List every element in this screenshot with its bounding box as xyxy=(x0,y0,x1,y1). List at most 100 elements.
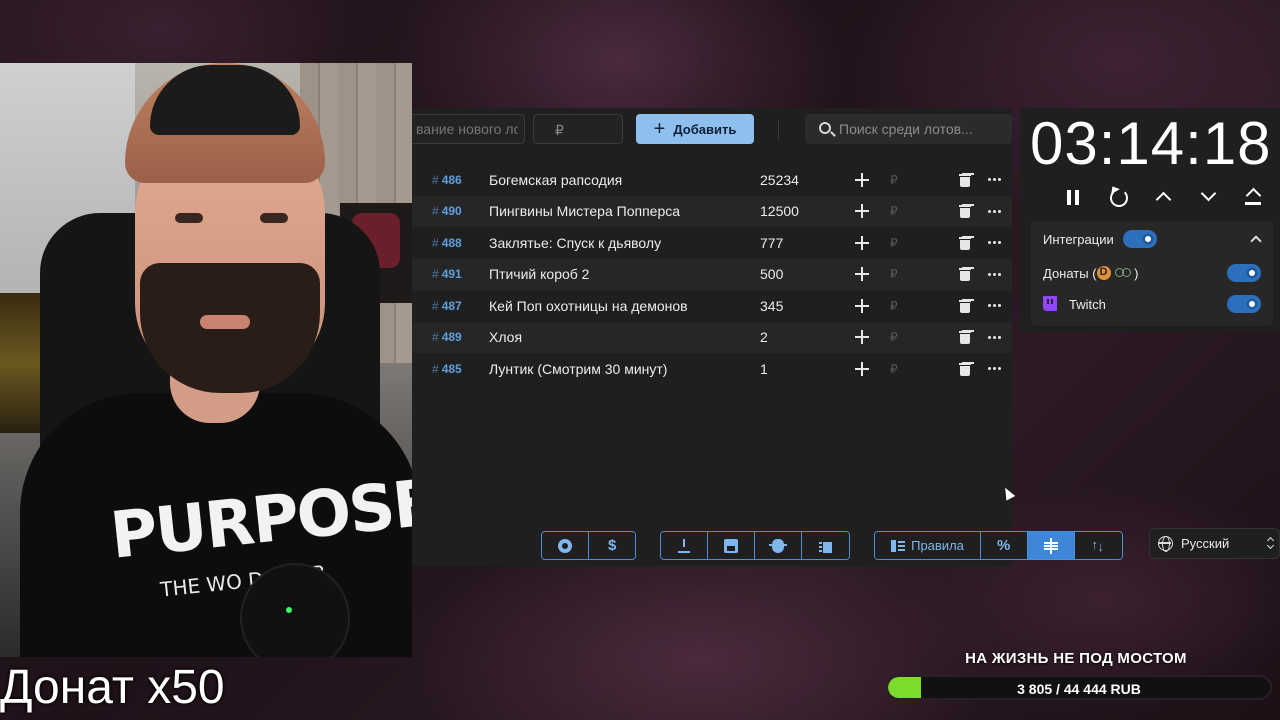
lot-amount[interactable]: 25234 xyxy=(760,172,799,188)
lot-currency: ₽ xyxy=(890,267,898,282)
lot-id: #488 xyxy=(432,236,462,250)
more-options-icon[interactable] xyxy=(988,304,1002,308)
lot-name[interactable]: Хлоя xyxy=(489,329,522,345)
lot-name-input[interactable] xyxy=(412,114,525,144)
trash-icon[interactable] xyxy=(959,236,971,250)
lot-id-number: 489 xyxy=(441,330,462,345)
add-amount-icon[interactable] xyxy=(854,329,870,345)
language-select[interactable]: Русский xyxy=(1149,528,1280,559)
clear-list-icon xyxy=(818,539,833,553)
lot-name[interactable]: Птичий короб 2 xyxy=(489,266,589,282)
webcam-person-mouth xyxy=(200,315,250,329)
lot-row: #485 Лунтик (Смотрим 30 минут) 1 ₽ xyxy=(412,353,1012,385)
download-button[interactable] xyxy=(661,532,708,559)
lot-amount[interactable]: 2 xyxy=(760,329,768,345)
compress-icon xyxy=(1044,537,1058,554)
percent-button[interactable] xyxy=(981,532,1028,559)
lot-amount[interactable]: 777 xyxy=(760,235,783,251)
lot-amount[interactable]: 500 xyxy=(760,266,783,282)
lot-row: #490 Пингвины Мистера Попперса 12500 ₽ xyxy=(412,195,1012,227)
add-amount-icon[interactable] xyxy=(854,298,870,314)
lot-id: #490 xyxy=(432,204,462,218)
timer-display: 03:14:18 xyxy=(1030,110,1272,177)
goal-progress-text: 3 805 / 44 444 RUB xyxy=(1017,681,1141,697)
lot-amount[interactable]: 12500 xyxy=(760,203,799,219)
lot-currency: ₽ xyxy=(890,204,898,219)
chevron-down-icon[interactable] xyxy=(1195,184,1221,210)
sort-button[interactable] xyxy=(1075,532,1122,559)
more-options-icon[interactable] xyxy=(988,272,1002,277)
lot-row: #486 Богемская рапсодия 25234 ₽ xyxy=(412,164,1012,196)
lot-name[interactable]: Пингвины Мистера Попперса xyxy=(489,203,680,219)
hash-icon: # xyxy=(432,330,439,345)
links-group xyxy=(541,531,636,560)
percent-icon xyxy=(997,537,1011,554)
pause-icon[interactable] xyxy=(1060,184,1086,210)
trash-icon[interactable] xyxy=(959,173,971,187)
lot-id-number: 485 xyxy=(441,361,462,376)
trash-icon[interactable] xyxy=(959,362,971,376)
more-options-icon[interactable] xyxy=(988,367,1002,371)
more-options-icon[interactable] xyxy=(988,178,1002,182)
webcam-eye-left xyxy=(175,213,203,223)
goal-progress-bar: 3 805 / 44 444 RUB xyxy=(886,675,1272,700)
hash-icon: # xyxy=(432,361,439,376)
chevron-up-icon[interactable] xyxy=(1150,184,1176,210)
github-button[interactable] xyxy=(542,532,589,559)
lot-list: #486 Богемская рапсодия 25234 ₽ #490 Пин… xyxy=(412,164,1012,385)
price-currency-placeholder: ₽ xyxy=(555,122,564,138)
lot-name[interactable]: Богемская рапсодия xyxy=(489,172,622,188)
save-icon xyxy=(724,538,738,553)
trash-icon[interactable] xyxy=(959,267,971,282)
lot-amount[interactable]: 1 xyxy=(760,361,768,377)
lot-row: #487 Кей Поп охотницы на демонов 345 ₽ xyxy=(412,290,1012,322)
compact-view-button[interactable] xyxy=(1028,532,1075,559)
lot-currency: ₽ xyxy=(890,298,898,313)
trash-icon[interactable] xyxy=(959,330,971,345)
trash-icon[interactable] xyxy=(959,299,971,313)
add-amount-icon[interactable] xyxy=(854,203,870,219)
lot-id-number: 491 xyxy=(441,267,462,282)
add-lot-label: Добавить xyxy=(673,121,737,137)
donate-multiplier-caption: Донат x50 xyxy=(0,661,225,714)
more-options-icon[interactable] xyxy=(988,335,1002,340)
donations-toggle[interactable] xyxy=(1227,264,1261,282)
integrations-toggle[interactable] xyxy=(1123,230,1157,248)
lot-price-input[interactable] xyxy=(533,114,623,144)
reset-icon[interactable] xyxy=(1106,184,1132,210)
lot-id: #487 xyxy=(432,299,462,313)
add-amount-icon[interactable] xyxy=(854,172,870,188)
more-options-icon[interactable] xyxy=(988,241,1002,245)
add-amount-icon[interactable] xyxy=(854,235,870,251)
add-lot-button[interactable]: + Добавить xyxy=(636,114,754,144)
lot-currency: ₽ xyxy=(890,235,898,250)
add-amount-icon[interactable] xyxy=(854,266,870,282)
rules-button[interactable]: Правила xyxy=(875,532,981,559)
lot-name[interactable]: Заклятье: Спуск к дьяволу xyxy=(489,235,661,251)
trash-icon[interactable] xyxy=(959,204,971,219)
twitch-toggle[interactable] xyxy=(1227,295,1261,313)
donations-label-prefix: Донаты ( xyxy=(1043,265,1097,281)
add-amount-icon[interactable] xyxy=(854,361,870,377)
auction-panel: ₽ + Добавить #486 Богемская рапсодия 252… xyxy=(412,108,1123,566)
rules-icon xyxy=(891,539,906,553)
toolbar-divider xyxy=(778,120,779,140)
hash-icon: # xyxy=(432,235,439,250)
lot-name[interactable]: Кей Поп охотницы на демонов xyxy=(489,298,688,314)
more-options-icon[interactable] xyxy=(988,209,1002,214)
lot-search-input[interactable] xyxy=(839,114,1009,144)
report-bug-button[interactable] xyxy=(755,532,802,559)
eject-icon[interactable] xyxy=(1241,184,1267,210)
timer-controls xyxy=(1038,184,1278,210)
save-button[interactable] xyxy=(708,532,755,559)
clear-lots-button[interactable] xyxy=(802,532,849,559)
lot-id-number: 486 xyxy=(441,172,462,187)
donate-link-button[interactable] xyxy=(589,532,635,559)
collapse-chevron-icon[interactable] xyxy=(1249,233,1261,245)
lot-amount[interactable]: 345 xyxy=(760,298,783,314)
webcam-feed: PURPOSE THE WO D TOUR xyxy=(0,63,412,657)
webcam-eye-right xyxy=(260,213,288,223)
data-actions-group xyxy=(660,531,850,560)
lot-name[interactable]: Лунтик (Смотрим 30 минут) xyxy=(489,361,667,377)
lot-search[interactable] xyxy=(805,114,1012,144)
